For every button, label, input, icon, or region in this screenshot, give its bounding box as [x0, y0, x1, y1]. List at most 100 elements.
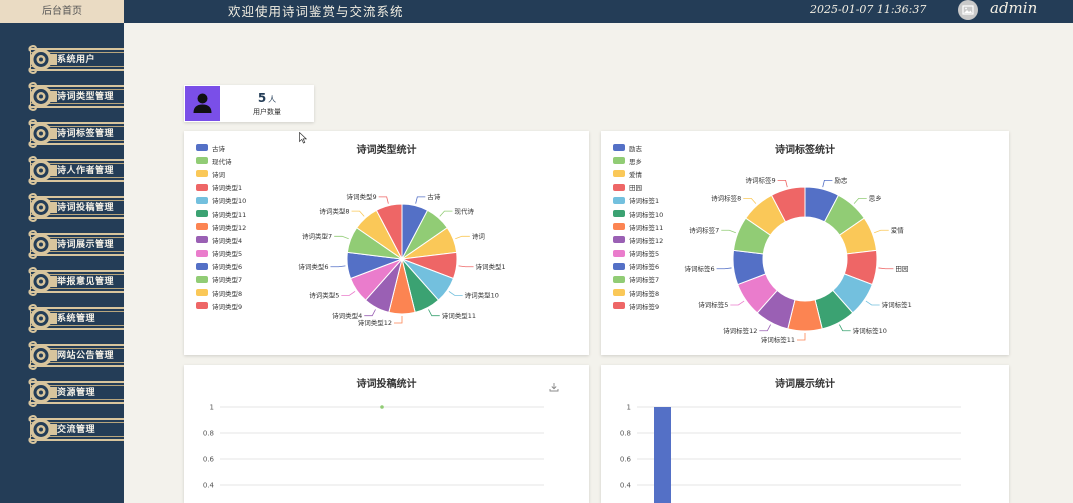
sidebar-item-label: 诗词类型管理	[57, 92, 115, 102]
slice-label-line	[439, 210, 453, 217]
sidebar-item-label: 诗词标签管理	[57, 129, 115, 139]
app-title: 欢迎使用诗词鉴赏与交流系统	[228, 4, 404, 19]
slice-label: 田园	[895, 265, 908, 273]
sidebar-item[interactable]: 诗词标签管理	[0, 115, 124, 152]
sidebar-item-label: 诗人作者管理	[57, 166, 115, 176]
slice-label: 古诗	[427, 192, 441, 201]
line-chart: 1 0.8 0.6 0.4	[203, 404, 544, 490]
y-tick-label: 0.4	[620, 482, 632, 490]
user-count-label: 用户数量	[253, 108, 281, 116]
y-tick-label: 0.4	[203, 482, 215, 490]
sidebar-item[interactable]: 交流管理	[0, 411, 124, 448]
sidebar-item[interactable]: 系统管理	[0, 300, 124, 337]
slice-label: 诗词标签5	[698, 300, 728, 309]
sidebar-item[interactable]: 举报意见管理	[0, 263, 124, 300]
scroll-ornament-icon	[28, 192, 57, 223]
sidebar-item-label: 诗词投稿管理	[57, 203, 115, 213]
home-tab[interactable]: 后台首页	[0, 0, 124, 23]
slice-label-line	[797, 333, 806, 341]
slice-label-line	[743, 197, 757, 204]
slice-label-line	[341, 291, 356, 296]
slice-label: 诗词类型1	[476, 262, 506, 271]
donut-chart: 励志思乡爱情田园诗词标签1 诗词标签10 诗词标签11 诗词标签12 诗词标签5 诗词标签…	[684, 176, 912, 345]
slice-label: 现代诗	[454, 206, 474, 215]
user-count-value: 5人	[257, 91, 277, 105]
sidebar-item-label: 交流管理	[57, 425, 96, 435]
scroll-ornament-icon	[28, 229, 57, 260]
mouse-cursor-icon	[299, 129, 308, 144]
slice-label: 诗词标签9	[745, 176, 775, 185]
slice-label: 思乡	[869, 195, 882, 203]
slice-label: 诗词标签8	[711, 194, 741, 203]
slice-label: 诗词标签11	[761, 335, 795, 344]
y-tick-label: 1	[210, 404, 214, 412]
slice-label: 诗词类型11	[442, 311, 476, 320]
bar-chart: 1 0.8 0.6 0.4	[620, 404, 961, 503]
slice-label: 爱情	[891, 225, 905, 234]
slice-label-line	[455, 235, 470, 240]
y-tick-label: 0.8	[620, 430, 631, 438]
sidebar-item[interactable]: 系统用户	[0, 41, 124, 78]
slice-label: 诗词类型4	[332, 311, 362, 320]
slice-label-line	[378, 196, 389, 204]
slice-label-line	[351, 210, 365, 217]
sidebar: 后台首页 系统用户诗词类型管理 诗词标签管理 诗人作者管理 诗词投稿管理 诗词展示管理举…	[0, 0, 124, 503]
sidebar-item[interactable]: 网站公告管理	[0, 337, 124, 374]
slice-label-line	[428, 309, 440, 317]
sidebar-item-label: 系统管理	[57, 314, 96, 324]
scroll-ornament-icon	[28, 118, 57, 149]
slice-label-line	[334, 235, 349, 240]
datetime-display: 2025-01-07 11:36:37	[810, 3, 927, 16]
sidebar-item-label: 网站公告管理	[57, 351, 115, 361]
y-tick-label: 0.6	[203, 456, 215, 464]
slice-label: 诗词标签6	[684, 264, 714, 273]
avatar[interactable]	[958, 0, 978, 20]
sidebar-item-label: 诗词展示管理	[57, 240, 115, 250]
slice-label-line	[865, 300, 880, 306]
sidebar-item-label: 系统用户	[57, 55, 96, 65]
poem-submission-chart-panel: 诗词投稿统计 1 0.8 0.6 0.4	[184, 365, 589, 503]
top-bar: 欢迎使用诗词鉴赏与交流系统 2025-01-07 11:36:37 admin	[124, 0, 1073, 23]
slice-label-line	[448, 291, 463, 296]
user-icon	[185, 86, 220, 121]
slice-label-line	[853, 197, 867, 204]
slice-label-line	[394, 316, 403, 324]
y-tick-label: 0.8	[203, 430, 214, 438]
sidebar-menu: 系统用户诗词类型管理 诗词标签管理 诗人作者管理 诗词投稿管理 诗词展示管理 举报意见管理…	[0, 41, 124, 448]
slice-label: 诗词类型5	[309, 291, 339, 300]
slice-label-line	[364, 309, 376, 317]
slice-label: 诗词类型9	[347, 192, 377, 201]
slice-label-line	[777, 179, 788, 188]
slice-label: 诗词标签1	[882, 300, 912, 309]
user-count-card: 5人 用户数量	[184, 85, 314, 122]
slice-label: 诗词类型10	[465, 291, 499, 300]
slice-label: 诗词	[472, 232, 485, 241]
scroll-ornament-icon	[28, 155, 57, 186]
sidebar-item[interactable]: 资源管理	[0, 374, 124, 411]
slice-label: 诗词类型12	[358, 318, 392, 327]
slice-label-line	[415, 196, 426, 204]
sidebar-item[interactable]: 诗词投稿管理	[0, 189, 124, 226]
slice-label-line	[759, 324, 771, 332]
slice-label: 诗词类型8	[319, 206, 349, 215]
bar[interactable]	[654, 407, 671, 503]
y-tick-label: 1	[627, 404, 631, 412]
poem-display-chart-panel: 诗词展示统计 1 0.8 0.6 0.4	[601, 365, 1009, 503]
poem-tag-chart-panel: 诗词标签统计 励志 思乡 爱情 田园 诗词标签1 诗词标签10 诗词标签11 诗词标签12 诗词…	[601, 131, 1009, 355]
slice-label-line	[716, 267, 732, 270]
scroll-ornament-icon	[28, 377, 57, 408]
sidebar-item-label: 举报意见管理	[57, 277, 115, 287]
slice-label: 诗词标签7	[689, 225, 719, 234]
scroll-ornament-icon	[28, 414, 57, 445]
slice-label-line	[330, 265, 346, 268]
sidebar-item[interactable]: 诗词类型管理	[0, 78, 124, 115]
slice-label: 诗词类型6	[298, 262, 328, 271]
slice-label-line	[839, 324, 851, 332]
slice-label-line	[730, 300, 745, 306]
username[interactable]: admin	[990, 0, 1037, 17]
sidebar-item[interactable]: 诗词展示管理	[0, 226, 124, 263]
sidebar-item[interactable]: 诗人作者管理	[0, 152, 124, 189]
y-tick-label: 0.6	[620, 456, 632, 464]
line-point[interactable]	[380, 405, 384, 409]
slice-label-line	[878, 267, 894, 270]
